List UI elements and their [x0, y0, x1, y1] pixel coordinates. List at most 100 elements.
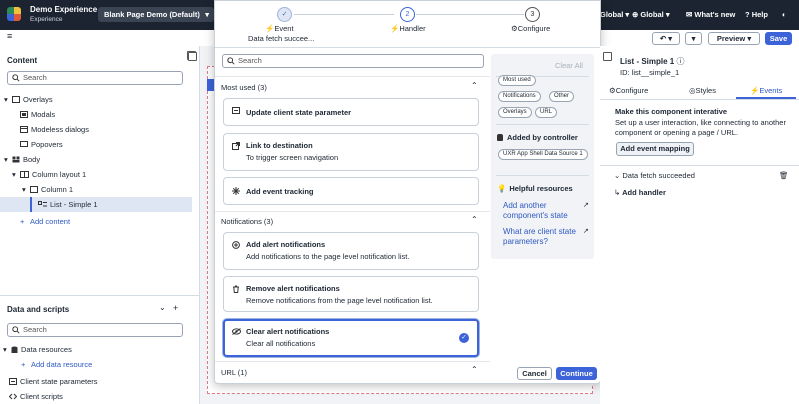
tree-item-data-resources[interactable]: ▾ Data resources	[0, 342, 192, 357]
filter-pill-overlays[interactable]: Overlays	[498, 107, 532, 118]
filter-pill-notifications[interactable]: Notifications	[498, 91, 541, 102]
step-1-sublabel: Data fetch succee...	[248, 34, 315, 43]
plus-icon: +	[20, 217, 25, 226]
filter-pill-other[interactable]: Other	[549, 91, 575, 102]
events-description: Set up a user interaction, like connecti…	[615, 118, 786, 137]
page-selector[interactable]: Blank Page Demo (Default) ▾	[98, 7, 214, 22]
step-1-done-icon[interactable]: ✓	[277, 7, 292, 22]
chevron-down-icon: ▾	[205, 10, 209, 19]
database-icon	[497, 134, 503, 141]
page-selector-label: Blank Page Demo (Default)	[104, 10, 200, 19]
tab-styles[interactable]: ◎Styles	[689, 86, 716, 95]
selected-component-marker	[207, 79, 214, 91]
handler-update-client-state[interactable]: Update client state parameter	[223, 98, 479, 126]
nav-global-1[interactable]: Global ▾	[600, 10, 629, 19]
group-header-url[interactable]: URL (1)	[221, 368, 247, 377]
tree-item-overlays[interactable]: ▾ Overlays	[0, 92, 192, 107]
collapse-right-icon[interactable]	[603, 52, 612, 61]
group-header-most-used[interactable]: Most used (3)	[221, 83, 267, 92]
preview-button[interactable]: Preview ▾	[708, 32, 760, 45]
menu-icon[interactable]: ≡	[7, 31, 12, 41]
add-content-link[interactable]: + Add content	[0, 214, 192, 229]
tree-item-modals[interactable]: Modals	[0, 107, 192, 122]
script-icon	[9, 393, 17, 400]
tree-item-client-state-parameters[interactable]: Client state parameters	[0, 374, 192, 389]
step-connector	[294, 14, 394, 15]
step-connector	[416, 14, 524, 15]
tree-item-column-layout-1[interactable]: ▾ Column layout 1	[0, 167, 192, 182]
search-placeholder: Search	[23, 73, 47, 82]
tree-item-column-1[interactable]: ▾ Column 1	[0, 182, 192, 197]
handler-clear-alert-notifications[interactable]: Clear alert notifications Clear all noti…	[223, 319, 479, 357]
controller-pill[interactable]: UXR App Shell Data Source 1	[498, 149, 588, 160]
handler-remove-alert-notifications[interactable]: Remove alert notifications Remove notifi…	[223, 276, 479, 312]
nav-whats-new[interactable]: ✉ What's new	[686, 10, 735, 19]
clear-all-button[interactable]: Clear All	[555, 61, 583, 70]
component-id: ID: list__simple_1	[620, 68, 680, 77]
group-header-notifications[interactable]: Notifications (3)	[221, 217, 273, 226]
list-icon	[38, 201, 47, 208]
dialog-icon	[20, 126, 28, 133]
event-row[interactable]: ⌄ Data fetch succeeded	[614, 171, 695, 180]
events-heading: Make this component interative	[615, 107, 728, 116]
step-2-circle[interactable]: 2	[400, 7, 415, 22]
handler-search-input[interactable]: Search	[222, 54, 484, 68]
help-link-client-state[interactable]: What are client state parameters?	[503, 227, 581, 247]
tree-item-popovers[interactable]: Popovers	[0, 137, 192, 152]
filter-pill-url[interactable]: URL	[535, 107, 558, 118]
state-icon	[9, 378, 17, 385]
save-button[interactable]: Save	[765, 32, 792, 45]
handler-add-alert-notifications[interactable]: Add alert notifications Add notification…	[223, 232, 479, 270]
component-title: List - Simple 1 ⓘ	[620, 57, 685, 66]
chevron-down-icon: ▾	[4, 95, 8, 104]
handler-link-to-destination[interactable]: Link to destination To trigger screen na…	[223, 133, 479, 171]
tab-events[interactable]: ⚡Events	[750, 86, 782, 95]
bolt-icon: ⚡	[750, 86, 760, 95]
tree-item-body[interactable]: ▾ Body	[0, 152, 192, 167]
cancel-button[interactable]: Cancel	[517, 367, 552, 380]
search-icon	[12, 74, 20, 82]
content-search-input[interactable]: Search	[7, 71, 183, 85]
add-handler-link[interactable]: ↳ Add handler	[614, 188, 666, 197]
data-search-input[interactable]: Search	[7, 323, 183, 337]
eye-icon	[232, 328, 241, 335]
tree-item-modeless-dialogs[interactable]: Modeless dialogs	[0, 122, 192, 137]
continue-button[interactable]: Continue	[556, 367, 597, 380]
bolt-icon: ⚡	[265, 24, 275, 33]
tree-item-client-scripts[interactable]: Client scripts	[0, 389, 192, 404]
external-link-icon: ↗	[583, 228, 589, 235]
chevron-up-icon[interactable]: ⌃	[471, 365, 478, 374]
collapse-left-icon[interactable]	[188, 52, 197, 61]
chevron-up-icon[interactable]: ⌃	[471, 215, 478, 224]
undo-button[interactable]: ↶ ▾	[652, 32, 680, 45]
help-link-component-state[interactable]: Add another component's state	[503, 201, 581, 221]
redo-button[interactable]: ▾	[685, 32, 702, 45]
divider	[215, 47, 600, 48]
tree-item-list-simple-1[interactable]: List - Simple 1	[0, 197, 192, 212]
help-icon: ?	[745, 10, 750, 19]
handler-add-event-tracking[interactable]: Add event tracking	[223, 177, 479, 205]
add-event-mapping-button[interactable]: Add event mapping	[616, 142, 694, 156]
step-1-label: ⚡Event	[265, 24, 294, 33]
search-placeholder: Search	[23, 325, 47, 334]
info-icon: ⓘ	[676, 57, 685, 66]
tab-configure[interactable]: ⚙Configure	[609, 86, 648, 95]
filter-pill-most-used[interactable]: Most used	[498, 75, 536, 86]
globe-icon: ⊕	[632, 10, 639, 19]
return-arrow-icon: ↳	[614, 188, 621, 197]
theme-toggle-icon[interactable]: ◐	[782, 10, 787, 19]
add-data-resource-link[interactable]: + Add data resource	[0, 357, 192, 372]
step-3-circle[interactable]: 3	[525, 7, 540, 22]
column-icon	[30, 186, 38, 193]
content-panel: Content Search ▾ Overlays Modals Modeles…	[0, 46, 200, 404]
plus-icon[interactable]: +	[173, 303, 178, 313]
divider	[0, 295, 199, 296]
gear-icon: ⚙	[511, 24, 518, 33]
link-icon	[232, 142, 240, 150]
nav-global-2[interactable]: ⊕ Global ▾	[632, 10, 670, 19]
chevron-up-icon[interactable]: ⌃	[471, 81, 478, 90]
content-title: Content	[7, 56, 38, 65]
chevron-down-icon[interactable]: ⌄	[159, 303, 166, 312]
trash-icon[interactable]: 🗑	[779, 171, 789, 180]
nav-help[interactable]: ? Help	[745, 10, 768, 19]
